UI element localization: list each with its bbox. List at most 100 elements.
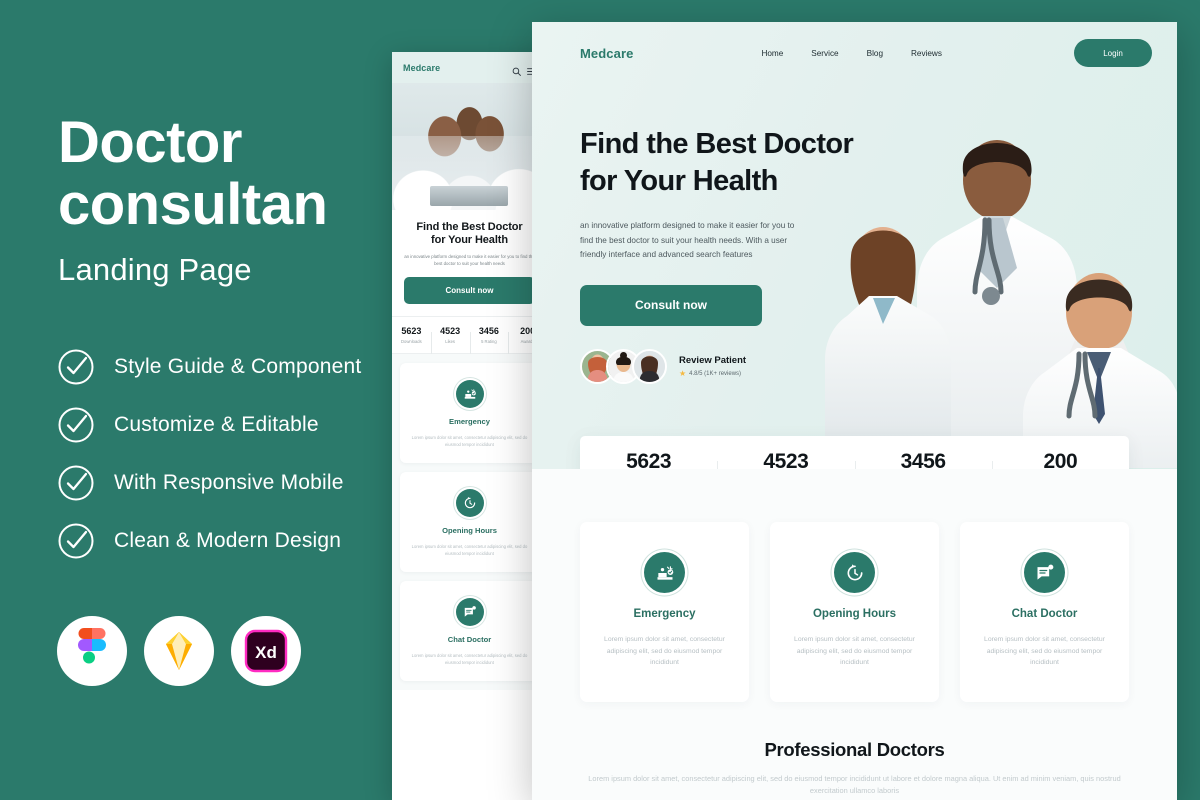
promo-subtitle: Landing Page — [58, 252, 252, 287]
desktop-nav-links: Home Service Blog Reviews — [761, 49, 942, 58]
service-card-title: Opening Hours — [812, 608, 897, 620]
promo-panel: Doctor consultan Landing Page Style Guid… — [0, 0, 392, 800]
review-rating-row: ★ 4.8/5 (1K+ reviews) — [679, 368, 746, 378]
mobile-card-title: Emergency — [449, 417, 490, 427]
mobile-laptop-prop — [430, 186, 508, 206]
mobile-stats-bar: 5623 Downloads 4523 Likes 3456 5 Rating … — [392, 316, 547, 355]
mobile-service-card-chat-doctor[interactable]: Chat Doctor Lorem ipsum dolor sit amet, … — [400, 581, 539, 682]
sketch-icon — [144, 616, 214, 686]
review-text-block: Review Patient ★ 4.8/5 (1K+ reviews) — [679, 355, 746, 378]
mobile-stat-item: 4523 Likes — [430, 326, 470, 355]
mobile-hero-heading: Find the Best Doctor for Your Health — [404, 221, 535, 247]
check-circle-icon — [56, 463, 96, 503]
mobile-stat-item: 3456 5 Rating — [469, 326, 509, 355]
mobile-stat-value: 5623 — [401, 326, 422, 337]
service-card-title: Chat Doctor — [1011, 608, 1078, 620]
check-circle-icon — [56, 347, 96, 387]
chat-bubble-icon — [1024, 552, 1065, 593]
mobile-stat-value: 4523 — [440, 326, 461, 337]
mobile-stat-value: 3456 — [478, 326, 499, 337]
star-icon: ★ — [679, 368, 687, 378]
mobile-service-cards: Emergency Lorem ipsum dolor sit amet, co… — [392, 354, 547, 691]
service-card-chat-doctor[interactable]: Chat Doctor Lorem ipsum dolor sit amet, … — [960, 522, 1129, 702]
stat-value: 200 — [1043, 450, 1078, 469]
mobile-card-title: Chat Doctor — [447, 635, 492, 645]
mobile-card-title: Opening Hours — [442, 526, 497, 536]
mobile-stat-label: 5 Rating — [481, 339, 497, 345]
clock-history-icon — [455, 489, 484, 518]
professional-doctors-section: Professional Doctors Lorem ipsum dolor s… — [580, 739, 1129, 798]
consult-now-button[interactable]: Consult now — [580, 284, 762, 326]
search-icon[interactable] — [512, 63, 521, 76]
mobile-mockup: Medcare Find the Best Doctor for Your He… — [392, 52, 547, 800]
feature-item: Clean & Modern Design — [56, 519, 361, 563]
nav-item-blog[interactable]: Blog — [867, 49, 883, 58]
mobile-hero-heading-line1: Find the Best Doctor — [416, 221, 523, 233]
feature-label: Clean & Modern Design — [114, 529, 342, 552]
stat-value: 5623 — [626, 450, 672, 469]
mobile-card-text: Lorem ipsum dolor sit amet, consectetur … — [411, 435, 528, 448]
desktop-stats-bar: 5623 Downloads 4523 Likes 3456 5 Rating … — [580, 436, 1129, 469]
feature-label: With Responsive Mobile — [114, 471, 344, 494]
service-card-emergency[interactable]: Emergency Lorem ipsum dolor sit amet, co… — [580, 522, 749, 702]
review-title: Review Patient — [679, 354, 747, 366]
mobile-hero-paragraph: an innovative platform designed to make … — [404, 254, 535, 266]
review-rating-text: 4.8/5 (1K+ reviews) — [689, 370, 742, 377]
mobile-topbar: Medcare — [392, 52, 547, 83]
mobile-card-text: Lorem ipsum dolor sit amet, consectetur … — [411, 544, 528, 557]
desktop-hero-text: Find the Best Doctor for Your Health an … — [580, 126, 880, 384]
desktop-hero-paragraph: an innovative platform designed to make … — [580, 221, 795, 259]
stat-item-awards: 200 Awards — [991, 450, 1129, 469]
service-card-title: Emergency — [633, 608, 696, 620]
service-card-text: Lorem ipsum dolor sit amet, consectetur … — [984, 636, 1105, 666]
check-circle-icon — [56, 521, 96, 561]
desktop-hero-heading-line2: for Your Health — [580, 165, 778, 197]
adobe-xd-icon: Xd — [231, 616, 301, 686]
desktop-body: Emergency Lorem ipsum dolor sit amet, co… — [532, 469, 1177, 800]
service-card-text: Lorem ipsum dolor sit amet, consectetur … — [794, 636, 915, 666]
svg-text:Xd: Xd — [255, 643, 277, 662]
app-icon-list: Xd — [57, 616, 301, 686]
mobile-logo[interactable]: Medcare — [403, 63, 506, 73]
mobile-card-text: Lorem ipsum dolor sit amet, consectetur … — [411, 653, 528, 666]
stat-item-likes: 4523 Likes — [717, 450, 854, 469]
section-paragraph: Lorem ipsum dolor sit amet, consectetur … — [588, 773, 1121, 796]
mobile-service-card-opening-hours[interactable]: Opening Hours Lorem ipsum dolor sit amet… — [400, 472, 539, 573]
feature-item: Style Guide & Component — [56, 345, 361, 389]
feature-label: Customize & Editable — [114, 413, 319, 436]
emergency-bed-icon — [455, 380, 484, 409]
clock-history-icon — [834, 552, 875, 593]
mobile-consult-now-button[interactable]: Consult now — [404, 277, 535, 305]
feature-label: Style Guide & Component — [114, 355, 362, 378]
desktop-hero-heading: Find the Best Doctor for Your Health — [580, 126, 880, 200]
desktop-navbar: Medcare Home Service Blog Reviews Login — [532, 22, 1177, 84]
mobile-stat-label: Downloads — [401, 339, 422, 345]
chat-bubble-icon — [455, 598, 484, 627]
section-title: Professional Doctors — [764, 738, 945, 760]
promo-title: Doctor consultan — [58, 110, 328, 237]
review-patient-block: Review Patient ★ 4.8/5 (1K+ reviews) — [580, 348, 880, 384]
mobile-hero-heading-line2: for Your Health — [431, 234, 508, 246]
nav-item-home[interactable]: Home — [761, 49, 783, 58]
service-card-text: Lorem ipsum dolor sit amet, consectetur … — [604, 636, 725, 666]
mobile-stat-item: 5623 Downloads — [392, 326, 431, 344]
nav-item-reviews[interactable]: Reviews — [911, 49, 942, 58]
service-card-opening-hours[interactable]: Opening Hours Lorem ipsum dolor sit amet… — [770, 522, 939, 702]
figma-icon — [57, 616, 127, 686]
stat-item-rating: 3456 5 Rating — [854, 450, 992, 469]
mobile-hero-image — [392, 83, 547, 210]
stat-item-downloads: 5623 Downloads — [580, 450, 717, 469]
check-circle-icon — [56, 405, 96, 445]
feature-item: With Responsive Mobile — [56, 461, 361, 505]
desktop-logo[interactable]: Medcare — [580, 46, 633, 61]
emergency-bed-icon — [644, 552, 685, 593]
nav-item-service[interactable]: Service — [811, 49, 838, 58]
mobile-hero-text: Find the Best Doctor for Your Health an … — [392, 210, 547, 267]
feature-item: Customize & Editable — [56, 403, 361, 447]
desktop-mockup: Medcare Home Service Blog Reviews Login — [532, 22, 1177, 800]
avatar — [632, 348, 667, 384]
desktop-hero-heading-line1: Find the Best Doctor — [580, 128, 854, 160]
mobile-service-card-emergency[interactable]: Emergency Lorem ipsum dolor sit amet, co… — [400, 363, 539, 464]
login-button[interactable]: Login — [1074, 39, 1152, 67]
desktop-hero: Medcare Home Service Blog Reviews Login — [532, 22, 1177, 469]
